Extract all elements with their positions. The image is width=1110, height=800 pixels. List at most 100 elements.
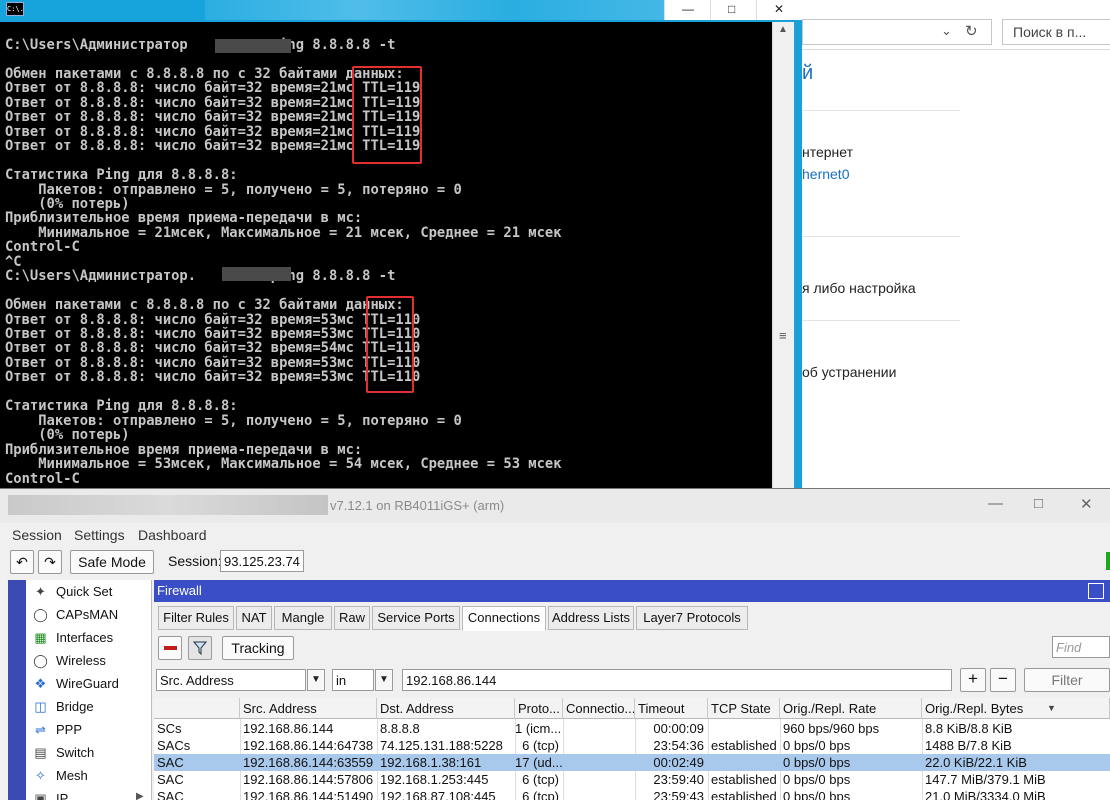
minimize-icon[interactable]: — — [988, 495, 1003, 512]
mesh-icon: ✧ — [35, 768, 46, 783]
find-input[interactable]: Find — [1052, 636, 1110, 658]
filter-button[interactable]: Filter — [1024, 668, 1110, 692]
column-dst-address[interactable]: Dst. Address — [377, 698, 515, 719]
cell-dst: 192.168.1.38:161 — [380, 755, 482, 770]
remove-condition-button[interactable]: − — [990, 668, 1016, 692]
sidebar-item-label: PPP — [56, 722, 83, 737]
filter-field-dropdown[interactable]: ▼ — [307, 669, 325, 691]
add-condition-button[interactable]: + — [960, 668, 986, 692]
column-timeout[interactable]: Timeout — [635, 698, 708, 719]
console-line: Статистика Ping для 8.8.8.8: — [5, 398, 238, 415]
sidebar-item-mesh[interactable]: ✧ Mesh — [28, 764, 152, 787]
minimize-button[interactable]: — — [664, 0, 710, 20]
interfaces-icon: ▦ — [34, 630, 47, 645]
cell-flags: SACs — [157, 738, 191, 753]
cell-flags: SAC — [157, 755, 184, 770]
sidebar-item-wireguard[interactable]: ❖ WireGuard — [28, 672, 152, 695]
tab-filter-rules[interactable]: Filter Rules — [158, 606, 234, 630]
sidebar-item-label: CAPsMAN — [56, 607, 119, 622]
tab-service-ports[interactable]: Service Ports — [372, 606, 460, 630]
table-row[interactable]: SACs 192.168.86.144:64738 74.125.131.188:5… — [154, 737, 1110, 754]
ip-icon: ▣ — [34, 791, 47, 800]
column-bytes[interactable]: Orig./Repl. Bytes — [922, 698, 1110, 719]
maximize-button[interactable]: □ — [710, 0, 756, 20]
highlight-box-21ms — [352, 66, 422, 164]
column-tcp-state[interactable]: TCP State — [708, 698, 780, 719]
maximize-icon[interactable] — [1088, 583, 1104, 599]
cell-timeout: 00:02:49 — [653, 755, 704, 770]
sidebar-item-ppp[interactable]: ⇌ PPP — [28, 718, 152, 741]
scroll-thumb[interactable]: ≡ — [779, 328, 787, 343]
cell-proto: 6 (tcp) — [522, 738, 559, 753]
filter-operator-dropdown[interactable]: ▼ — [375, 669, 393, 691]
console-scrollbar[interactable]: ▲ ≡ — [772, 22, 794, 490]
cell-state — [708, 755, 780, 771]
scroll-up-icon[interactable]: ▲ — [778, 24, 788, 35]
column-rate[interactable]: Orig./Repl. Rate — [780, 698, 922, 719]
cell-src: 192.168.86.144 — [243, 721, 334, 736]
sidebar-item-interfaces[interactable]: ▦ Interfaces — [28, 626, 152, 649]
table-row[interactable]: SAC 192.168.86.144:63559 192.168.1.38:161 1… — [154, 754, 1110, 771]
sidebar-item-wireless[interactable]: ◯ Wireless — [28, 649, 152, 672]
explorer-window: ⌄ ↻ Поиск в п... й нтернет hernet0 я либ… — [790, 0, 1110, 490]
firewall-titlebar[interactable]: Firewall — [154, 580, 1110, 602]
column-flags[interactable] — [154, 698, 240, 719]
cell-state: established — [711, 772, 777, 787]
cell-flags: SCs — [157, 721, 182, 736]
close-icon[interactable]: ✕ — [1080, 495, 1093, 513]
column-dropdown-icon[interactable]: ▼ — [1047, 703, 1056, 713]
undo-icon: ↶ — [16, 554, 28, 570]
sidebar-item-ip[interactable]: ▣ IP ▶ — [28, 787, 152, 800]
column-protocol[interactable]: Proto... — [515, 698, 563, 719]
console-output[interactable]: C:\Users\Администратор ping 8.8.8.8 -t Об… — [0, 22, 772, 490]
column-connection-type[interactable]: Connectio... — [563, 698, 635, 719]
cell-bytes: 147.7 MiB/379.1 MiB — [925, 772, 1046, 787]
undo-button[interactable]: ↶ — [10, 550, 34, 574]
column-src-address[interactable]: Src. Address — [240, 698, 377, 719]
table-row[interactable]: SCs 192.168.86.144 8.8.8.8 1 (icm... 00:00:0… — [154, 720, 1110, 737]
close-button[interactable]: ✕ — [756, 0, 802, 20]
status-indicator — [1106, 552, 1110, 570]
menu-settings[interactable]: Settings — [74, 527, 125, 543]
filter-value-input[interactable]: 192.168.86.144 — [402, 669, 952, 691]
cell-dst: 192.168.87.108:445 — [380, 789, 496, 800]
tab-layer7-protocols[interactable]: Layer7 Protocols — [636, 606, 748, 630]
maximize-icon[interactable]: □ — [1034, 495, 1043, 512]
filter-operator-select[interactable]: in — [332, 669, 374, 691]
filter-toggle-button[interactable] — [188, 636, 212, 660]
safe-mode-button[interactable]: Safe Mode — [70, 550, 154, 574]
chevron-down-icon[interactable]: ⌄ — [941, 23, 952, 39]
table-row[interactable]: SAC 192.168.86.144:57806 192.168.1.253:445… — [154, 771, 1110, 788]
tab-nat[interactable]: NAT — [236, 606, 272, 630]
cell-bytes: 8.8 KiB/8.8 KiB — [925, 721, 1013, 736]
minus-icon: − — [998, 669, 1008, 688]
explorer-adapter-link[interactable]: hernet0 — [802, 166, 849, 182]
winbox-titlebar[interactable]: v7.12.1 on RB4011iGS+ (arm) — □ ✕ — [0, 489, 1110, 523]
cmd-titlebar[interactable]: C:\. — □ ✕ — [0, 0, 802, 20]
cmd-app-icon: C:\. — [6, 2, 24, 16]
sidebar-item-capsman[interactable]: ◯ CAPsMAN — [28, 603, 152, 626]
remove-button[interactable] — [158, 636, 182, 660]
tab-address-lists[interactable]: Address Lists — [548, 606, 634, 630]
filter-field-select[interactable]: Src. Address — [156, 669, 306, 691]
explorer-address-bar: ⌄ ↻ Поиск в п... — [790, 14, 1110, 50]
explorer-address-field[interactable]: ⌄ ↻ — [802, 19, 992, 45]
explorer-search-input[interactable]: Поиск в п... — [1002, 19, 1110, 45]
sidebar-item-switch[interactable]: ▤ Switch — [28, 741, 152, 764]
minus-icon — [163, 646, 177, 650]
cell-rate: 0 bps/0 bps — [783, 738, 851, 753]
menu-session[interactable]: Session — [12, 527, 62, 543]
tab-mangle[interactable]: Mangle — [274, 606, 332, 630]
sidebar-item-quick-set[interactable]: ✦ Quick Set — [28, 580, 152, 603]
tab-raw[interactable]: Raw — [334, 606, 370, 630]
tab-connections[interactable]: Connections — [462, 606, 546, 631]
redacted-title — [205, 0, 665, 20]
connections-table: Src. Address Dst. Address Proto... Conne… — [154, 698, 1110, 800]
table-row[interactable]: SAC 192.168.86.144:51490 192.168.87.108:44… — [154, 788, 1110, 800]
refresh-icon[interactable]: ↻ — [965, 22, 978, 40]
console-line: Ответ от 8.8.8.8: число байт=32 время=53… — [5, 369, 421, 386]
sidebar-item-bridge[interactable]: ◫ Bridge — [28, 695, 152, 718]
tracking-button[interactable]: Tracking — [222, 636, 294, 660]
menu-dashboard[interactable]: Dashboard — [138, 527, 207, 543]
redo-button[interactable]: ↷ — [38, 550, 62, 574]
